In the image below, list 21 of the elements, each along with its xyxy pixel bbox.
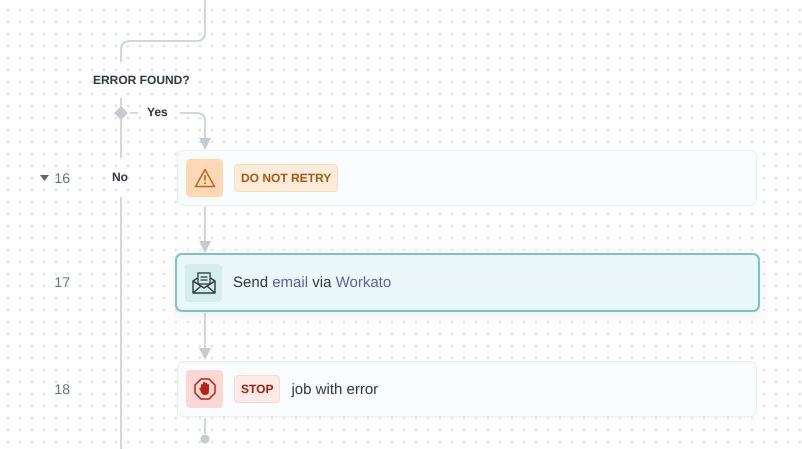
stop-hand-icon <box>186 370 223 408</box>
branch-label: No <box>112 170 128 184</box>
step-card[interactable]: DO NOT RETRY <box>177 150 757 206</box>
warning-icon <box>186 159 223 197</box>
step-number: 17 <box>54 274 70 290</box>
status-badge: STOP <box>234 375 280 403</box>
decision-diamond-icon <box>114 106 128 120</box>
condition-label: ERROR FOUND? <box>93 73 190 87</box>
step-card[interactable]: Send email via Workato <box>175 253 760 312</box>
step-number: 16 <box>54 170 70 186</box>
end-point <box>200 418 210 444</box>
envelope-icon <box>185 264 222 302</box>
step-number: 18 <box>54 381 70 397</box>
step-card[interactable]: STOP job with error <box>177 361 757 417</box>
step-description: Send email via Workato <box>233 274 392 291</box>
step-description: job with error <box>291 380 378 398</box>
arrow <box>199 313 211 360</box>
caret-icon[interactable] <box>40 175 50 181</box>
branch-label: Yes <box>147 105 168 119</box>
status-badge: DO NOT RETRY <box>234 164 338 192</box>
arrow <box>199 207 211 253</box>
